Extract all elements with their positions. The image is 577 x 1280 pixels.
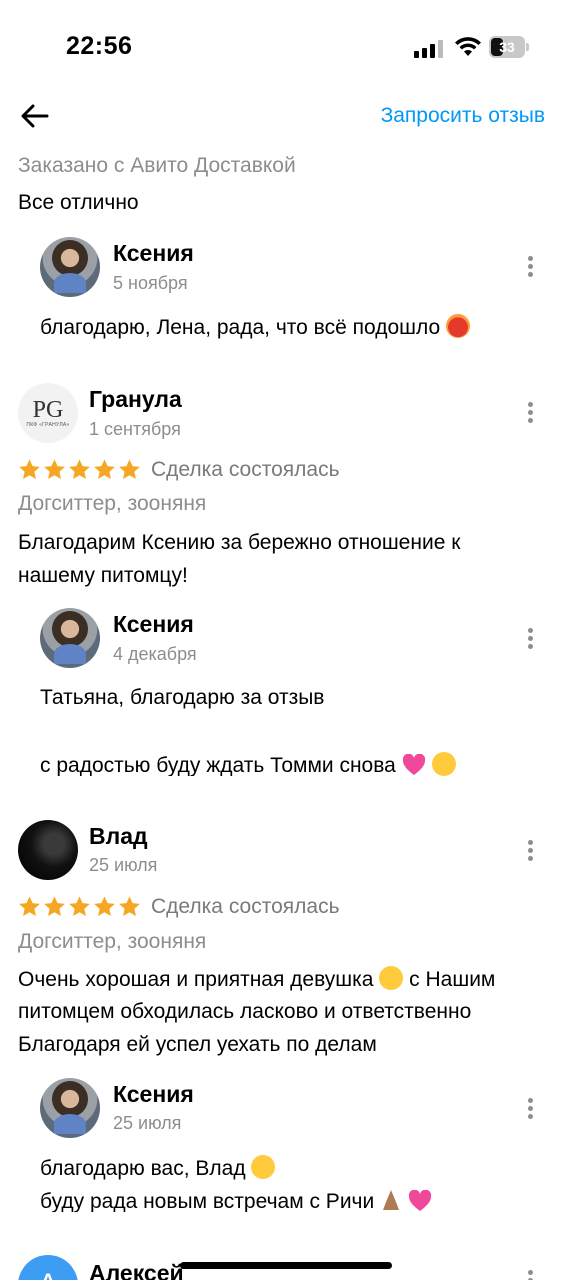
review-text-line: питомцем обходилась ласково и ответствен… (18, 1000, 472, 1023)
star-icon (44, 896, 65, 916)
review-text-line: Благодаря ей успел уехать по делам (18, 1033, 377, 1056)
review-text-line: Благодарим Ксению за бережно отношение к (18, 531, 461, 554)
battery-percent: 33 (499, 39, 515, 55)
more-vertical-icon[interactable] (520, 1264, 540, 1280)
status-bar: 22:56 33 (0, 0, 577, 96)
deal-status: Сделка состоялась (151, 895, 340, 918)
status-time: 22:56 (66, 32, 133, 60)
reply-text-line: с радостью буду ждать Томми снова (40, 750, 520, 776)
review-date: 1 сентября (89, 419, 181, 439)
star-icon (69, 459, 90, 479)
home-indicator[interactable] (180, 1262, 392, 1269)
star-icon (94, 459, 115, 479)
avatar (40, 1078, 100, 1138)
more-vertical-icon[interactable] (520, 396, 540, 428)
avatar (18, 820, 78, 880)
avatar: А (18, 1255, 78, 1280)
reviewer-name: Влад (89, 823, 148, 849)
reply-author-name: Ксения (113, 240, 194, 266)
more-vertical-icon[interactable] (520, 834, 540, 866)
more-vertical-icon[interactable] (520, 1092, 540, 1124)
reviewer-name: Алексей (89, 1260, 184, 1280)
request-review-button[interactable]: Запросить отзыв (381, 104, 545, 128)
star-icon (19, 896, 40, 916)
review-category: Догситтер, зооняня (18, 930, 207, 953)
review-text: Все отлично (18, 191, 139, 214)
reply-date: 4 декабря (113, 644, 197, 664)
battery-icon: 33 (489, 36, 529, 58)
sparkling-heart-emoji (408, 1190, 432, 1211)
star-icon (119, 459, 140, 479)
reply-text-line: буду рада новым встречам с Ричи (40, 1186, 520, 1212)
rating-stars (18, 895, 141, 923)
avatar: PG ПКФ «ГРАНУЛА» (18, 383, 78, 443)
deal-status: Сделка состоялась (151, 458, 340, 481)
star-icon (119, 896, 140, 916)
avatar (40, 608, 100, 668)
reply-date: 25 июля (113, 1113, 182, 1133)
pink-heart-emoji (402, 754, 425, 775)
back-button[interactable] (18, 98, 54, 134)
review-category: Догситтер, зооняня (18, 492, 207, 515)
review-text-line: нашему питомцу! (18, 564, 188, 587)
avatar (40, 237, 100, 297)
folded-hands-emoji (383, 1190, 400, 1210)
delivery-note: Заказано с Авито Доставкой (18, 154, 296, 177)
rating-stars (18, 458, 141, 486)
nerd-face-emoji (251, 1155, 276, 1179)
reviewer-name: Гранула (89, 386, 182, 412)
relieved-face-emoji (379, 966, 404, 990)
more-vertical-icon[interactable] (520, 622, 540, 654)
star-icon (19, 459, 40, 479)
review-text-line: Очень хорошая и приятная девушка с Нашим (18, 966, 496, 991)
star-icon (44, 459, 65, 479)
star-icon (69, 896, 90, 916)
reply-text-line: Татьяна, благодарю за отзыв (40, 686, 325, 709)
heart-on-fire-emoji (445, 314, 470, 338)
reply-author-name: Ксения (113, 1081, 194, 1107)
reply-text-line: благодарю вас, Влад (40, 1153, 276, 1185)
wifi-icon (455, 37, 481, 56)
reply-text: благодарю, Лена, рада, что всё подошло (40, 312, 520, 339)
star-icon (94, 896, 115, 916)
reply-date: 5 ноября (113, 273, 188, 293)
reply-author-name: Ксения (113, 611, 194, 637)
review-date: 25 июля (89, 855, 158, 875)
pleading-face-emoji (431, 752, 456, 776)
back-arrow-icon (21, 104, 49, 128)
more-vertical-icon[interactable] (520, 250, 540, 282)
signal-icon (414, 38, 444, 58)
